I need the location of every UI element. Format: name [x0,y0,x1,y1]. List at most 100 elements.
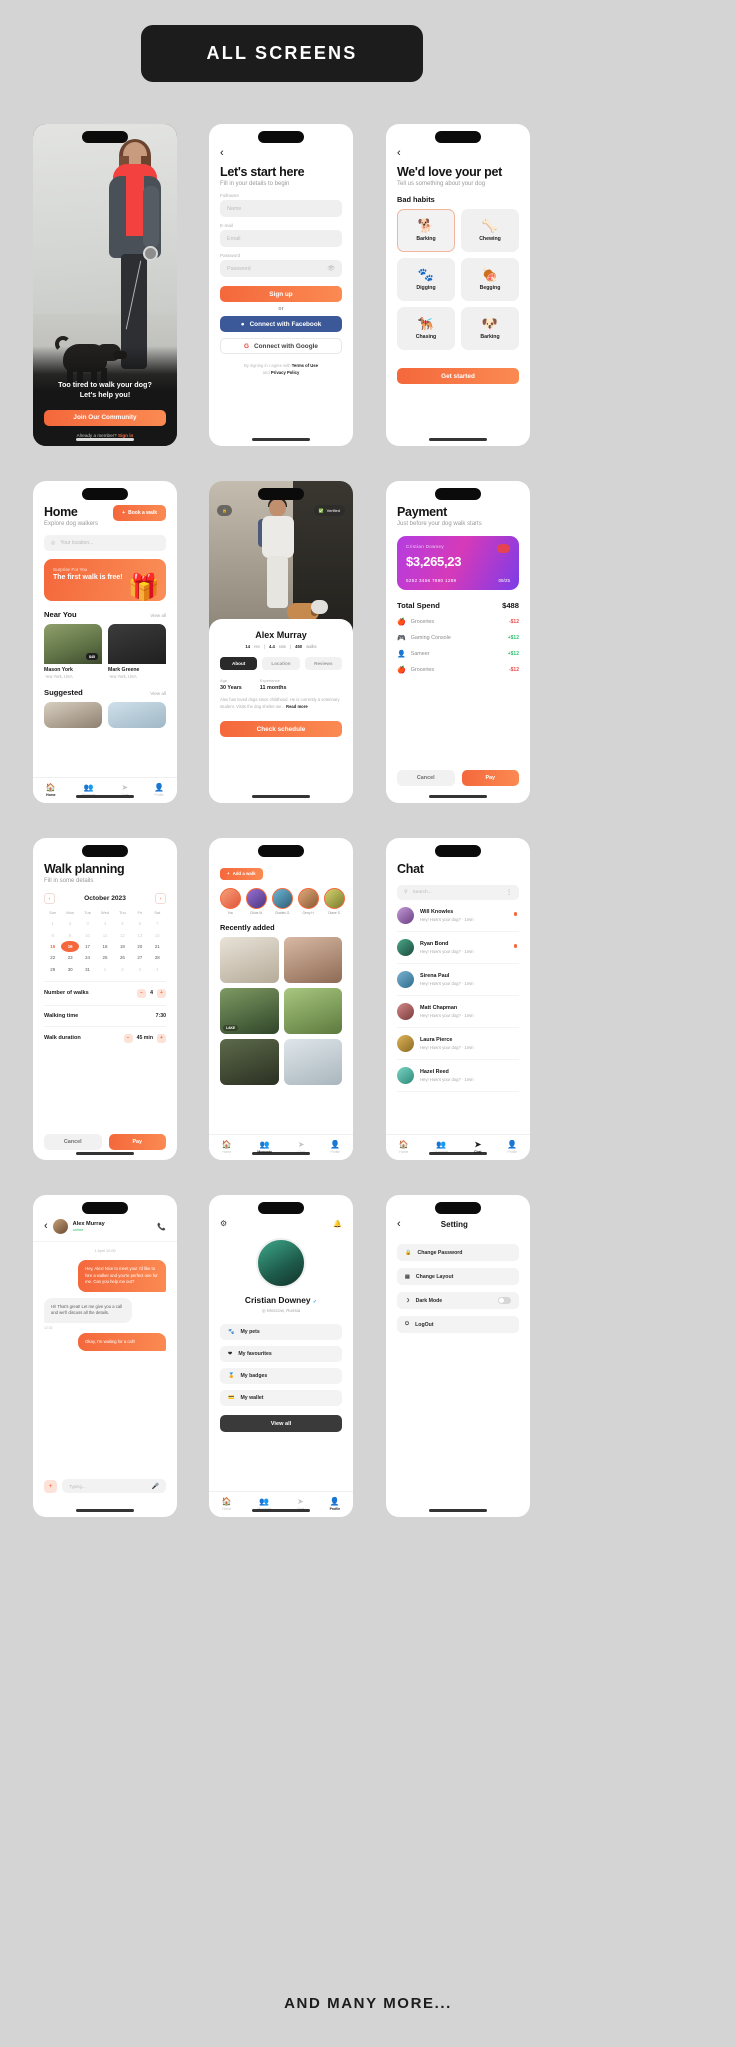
password-input[interactable]: Password 👁 [220,260,342,277]
calendar-day-selected[interactable]: 16 [61,940,79,953]
calendar-day[interactable]: 4 [96,918,113,929]
screen-payment[interactable]: Payment Just before your dog walk starts… [386,481,530,803]
view-all-button[interactable]: View all [220,1415,342,1432]
calendar-week[interactable]: 29 30 31 1 2 3 4 [44,964,166,975]
suggested-card[interactable] [108,702,166,728]
add-walk-button[interactable]: + Add a walk [220,867,263,880]
conversation-row[interactable]: Hazel Reed Hey! How's your dog? · 1min [397,1060,519,1092]
transaction-row[interactable]: 🎮 Gaming Console +$12 [397,634,519,642]
promo-banner[interactable]: Surprise For You The first walk is free!… [44,559,166,601]
calendar-day[interactable]: 30 [61,964,78,975]
screen-pet-details[interactable]: ‹ We'd love your pet Tell us something a… [386,124,530,446]
moment-cell[interactable] [283,937,342,983]
walk-duration-row[interactable]: Walk duration − 45 min + [44,1025,166,1050]
location-search-input[interactable]: ◎ Your location... [44,535,166,551]
calendar-day[interactable]: 21 [149,941,166,952]
habit-option[interactable]: 🦴 Chewing [461,209,519,252]
moment-cell[interactable] [283,1039,342,1085]
stories-row[interactable]: You Chloe M. Charles G. Gerry H. Diane S… [220,888,345,915]
walking-time-row[interactable]: Walking time 7:30 [44,1004,166,1026]
calendar-day[interactable]: 15 [44,941,61,952]
suggested-view-all[interactable]: View all [150,691,166,696]
dark-mode-toggle[interactable] [498,1297,511,1304]
calendar-day[interactable]: 29 [44,964,61,975]
conversation-row[interactable]: Ryan Bond Hey! How's your dog? · 1min [397,932,519,964]
calendar-day[interactable]: 28 [149,952,166,963]
habit-option[interactable]: 🐶 Barking [461,307,519,350]
conversation-row[interactable]: Will Knowles Hey! How's your dog? · 1min [397,900,519,932]
segment-reviews[interactable]: Reviews [304,657,342,670]
walker-card[interactable]: $45 Mason York New York, USA [44,624,102,679]
story-item[interactable]: Diane S. [324,888,345,915]
increment-button[interactable]: + [157,988,166,998]
lock-chip[interactable]: 🔒 [217,505,232,516]
number-of-walks-row[interactable]: Number of walks − 4 + [44,980,166,1005]
segment-about[interactable]: About [220,657,258,670]
join-community-button[interactable]: Join Our Community [44,409,166,426]
gear-icon[interactable]: ⚙ [220,1219,227,1228]
calendar-day[interactable]: 20 [131,941,148,952]
message-input[interactable]: Typing... 🎤 [62,1479,166,1493]
tab-profile[interactable]: 👤 Profile [507,1141,517,1155]
tab-profile[interactable]: 👤 Profile [154,784,164,798]
moment-cell[interactable] [220,1039,279,1085]
screen-home[interactable]: Home Explore dog walkers + Book a walk ◎… [33,481,177,803]
screen-onboarding[interactable]: Too tired to walk your dog? Let's help y… [33,124,177,446]
calendar-day[interactable]: 3 [131,964,148,975]
conversation-row[interactable]: Matt Chapman Hey! How's your dog? · 1min [397,996,519,1028]
fullname-input[interactable]: Name [220,200,342,217]
bottom-tabbar[interactable]: 🏠 Home 👥 Moments ➤ Chat 👤 Profile [209,1134,353,1160]
credit-card[interactable]: Cristian Downey $3,265,23 5282 3456 7890… [397,536,519,590]
google-button[interactable]: G Connect with Google [220,338,342,354]
calendar-day[interactable]: 5 [114,918,131,929]
screen-profile[interactable]: ⚙ 🔔 Cristian Downey ✓ ◎ Moscow, Russia 🐾… [209,1195,353,1517]
setting-change-layout[interactable]: ▤ Change Layout [397,1268,519,1285]
habit-option[interactable]: 🍖 Begging [461,258,519,301]
calendar-nav[interactable]: ‹ October 2023 › [44,893,166,904]
calendar-week[interactable]: 15 16 17 18 19 20 21 [44,940,166,953]
increment-button[interactable]: + [157,1033,166,1043]
calendar-day[interactable]: 12 [114,929,131,940]
screen-chat-thread[interactable]: ‹ Alex Murray online 📞 1 April 12:00 Hey… [33,1195,177,1517]
calendar-day[interactable]: 10 [79,929,96,940]
tab-profile[interactable]: 👤 Profile [330,1498,341,1512]
planning-actions[interactable]: Cancel Pay [44,1134,166,1150]
filter-icon[interactable]: ⋮ [506,889,512,896]
story-item[interactable]: Charles G. [272,888,293,915]
tab-home[interactable]: 🏠 Home [399,1141,409,1155]
mic-icon[interactable]: 🎤 [152,1483,159,1490]
prev-month-button[interactable]: ‹ [44,893,55,904]
facebook-button[interactable]: ● Connect with Facebook [220,316,342,332]
check-schedule-button[interactable]: Check schedule [220,721,342,738]
eye-icon[interactable]: 👁 [327,265,335,272]
calendar-day[interactable]: 18 [96,941,113,952]
calendar-week[interactable]: 1 2 3 4 5 6 7 [44,918,166,929]
calendar-day[interactable]: 1 [96,964,113,975]
habit-option[interactable]: 🐕‍🦺 Chasing [397,307,455,350]
calendar-day[interactable]: 25 [96,952,113,963]
moment-cell[interactable] [220,937,279,983]
calendar-day[interactable]: 19 [114,941,131,952]
calendar-day[interactable]: 11 [96,929,113,940]
calendar-day[interactable]: 31 [79,964,96,975]
calendar-week[interactable]: 22 23 24 25 26 27 28 [44,952,166,963]
screen-settings[interactable]: ‹ Setting 🔒 Change Password ▤ Change Lay… [386,1195,530,1517]
calendar-day[interactable]: 24 [79,952,96,963]
read-more-link[interactable]: Read more [286,704,308,709]
menu-my-pets[interactable]: 🐾 My pets [220,1324,342,1340]
call-icon[interactable]: 📞 [157,1223,166,1231]
decrement-button[interactable]: − [123,1033,133,1043]
conversation-row[interactable]: Sirena Paul Hey! How's your dog? · 1min [397,964,519,996]
story-item[interactable]: Chloe M. [246,888,267,915]
next-month-button[interactable]: › [155,893,166,904]
tab-home[interactable]: 🏠 Home [46,784,56,798]
screen-signup[interactable]: ‹ Let's start here Fill in your details … [209,124,353,446]
pay-button[interactable]: Pay [461,770,519,786]
calendar-day[interactable]: 9 [61,929,78,940]
calendar-day[interactable]: 3 [79,918,96,929]
privacy-link[interactable]: Privacy Policy [271,370,299,375]
suggested-card[interactable] [44,702,102,728]
calendar-day[interactable]: 23 [61,952,78,963]
moment-cell[interactable] [283,988,342,1034]
calendar-day[interactable]: 1 [44,918,61,929]
